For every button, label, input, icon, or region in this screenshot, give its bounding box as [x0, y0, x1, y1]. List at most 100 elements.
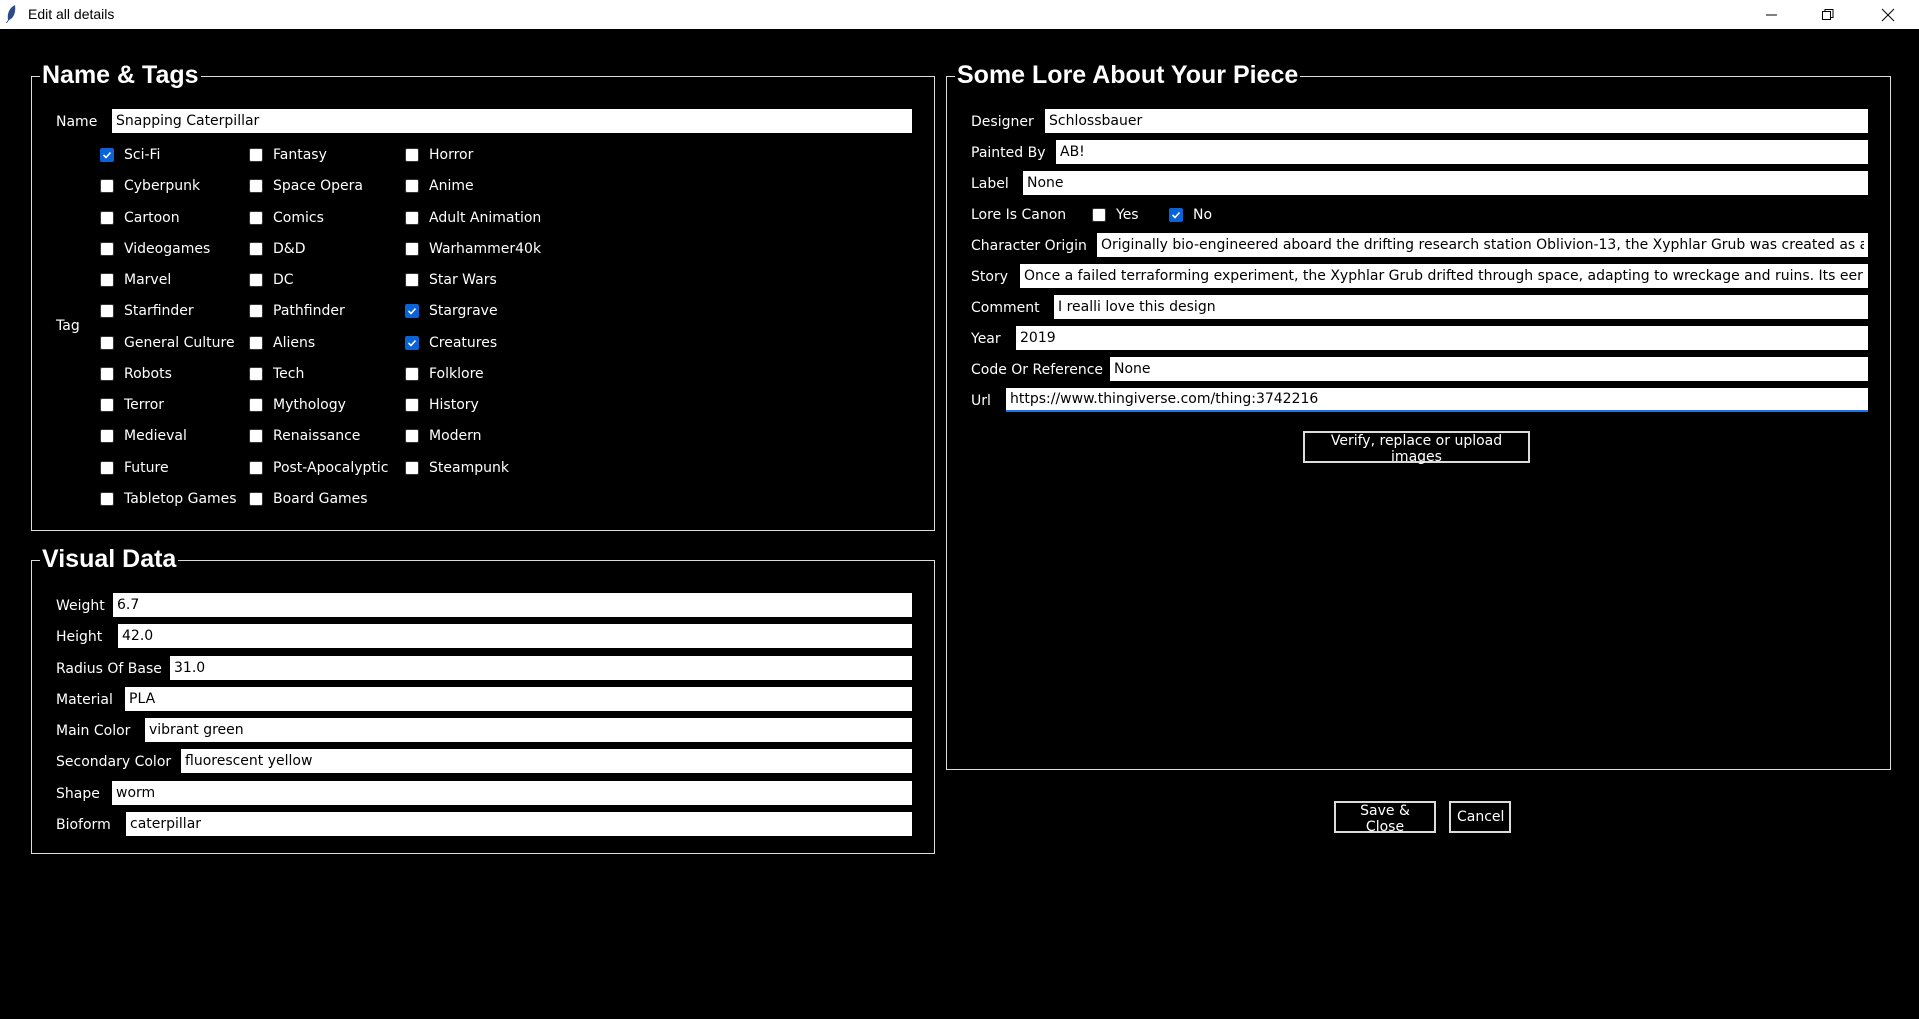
save-close-button[interactable]: Save & Close — [1334, 801, 1436, 835]
tag-checkbox-horror[interactable]: Horror — [405, 145, 473, 165]
comment-input[interactable] — [1054, 295, 1868, 319]
tag-checkbox-board-games[interactable]: Board Games — [249, 489, 368, 509]
checkmark-icon — [102, 151, 112, 159]
url-input[interactable] — [1006, 388, 1868, 412]
tag-label-adult-animation: Adult Animation — [429, 209, 542, 226]
tag-checkbox-renaissance[interactable]: Renaissance — [249, 426, 360, 446]
minimize-icon — [1766, 14, 1777, 15]
checkbox-icon — [100, 210, 114, 225]
visual-data-title: Visual Data — [40, 541, 179, 577]
weight-input[interactable] — [113, 593, 912, 617]
tag-checkbox-cartoon[interactable]: Cartoon — [100, 208, 180, 228]
code-reference-label: Code Or Reference — [971, 362, 1104, 378]
tag-checkbox-fantasy[interactable]: Fantasy — [249, 145, 327, 165]
checkbox-icon — [100, 179, 114, 194]
checkbox-icon — [405, 398, 419, 412]
tag-label-mythology: Mythology — [273, 397, 346, 413]
canon-no-label: No — [1193, 207, 1213, 223]
checkbox-icon — [100, 460, 114, 475]
tag-checkbox-creatures[interactable]: Creatures — [405, 333, 497, 353]
tag-checkbox-folklore[interactable]: Folklore — [405, 364, 484, 384]
tag-checkbox-history[interactable]: History — [405, 395, 479, 415]
checkbox-icon — [405, 460, 419, 475]
tag-checkbox-star-wars[interactable]: Star Wars — [405, 270, 497, 290]
restore-icon — [1822, 8, 1834, 20]
checkmark-icon — [407, 308, 417, 315]
tag-checkbox-warhammer40k[interactable]: Warhammer40k — [405, 239, 541, 259]
checkmark-icon — [407, 339, 417, 347]
canon-no-checkbox[interactable]: No — [1169, 205, 1212, 225]
verify-images-button[interactable]: Verify, replace or upload images — [1303, 431, 1530, 465]
checkbox-icon — [100, 273, 114, 287]
tag-checkbox-terror[interactable]: Terror — [100, 395, 164, 415]
tag-checkbox-tabletop-games[interactable]: Tabletop Games — [100, 489, 237, 509]
tag-label-fantasy: Fantasy — [273, 147, 327, 163]
label-input[interactable] — [1023, 171, 1868, 195]
tag-checkbox-post-apocalyptic[interactable]: Post-Apocalyptic — [249, 458, 388, 478]
designer-input[interactable] — [1045, 109, 1868, 133]
checkbox-icon — [249, 491, 263, 506]
tag-label-starfinder: Starfinder — [124, 303, 194, 320]
checkbox-icon — [249, 210, 263, 225]
bioform-input[interactable] — [126, 811, 912, 836]
checkbox-icon — [249, 241, 263, 256]
tag-checkbox-marvel[interactable]: Marvel — [100, 270, 171, 290]
tag-label-stargrave: Stargrave — [429, 303, 498, 320]
tag-label-modern: Modern — [429, 428, 482, 445]
main-color-input[interactable] — [145, 718, 912, 742]
tag-checkbox-anime[interactable]: Anime — [405, 176, 474, 196]
checkbox-icon — [100, 304, 114, 319]
tag-checkbox-stargrave[interactable]: Stargrave — [405, 301, 498, 321]
tag-label-sci-fi: Sci-Fi — [124, 147, 161, 163]
tag-checkbox-adult-animation[interactable]: Adult Animation — [405, 208, 541, 228]
tag-checkbox-general-culture[interactable]: General Culture — [100, 333, 235, 353]
name-input[interactable] — [112, 109, 912, 133]
story-input[interactable] — [1020, 264, 1868, 288]
tag-checkbox-cyberpunk[interactable]: Cyberpunk — [100, 176, 200, 196]
painted-by-input[interactable] — [1056, 140, 1868, 164]
checkbox-icon — [405, 179, 419, 194]
tag-checkbox-medieval[interactable]: Medieval — [100, 426, 187, 446]
material-input[interactable] — [125, 686, 912, 711]
checkbox-icon — [405, 210, 419, 225]
shape-input[interactable] — [112, 780, 912, 805]
tag-checkbox-starfinder[interactable]: Starfinder — [100, 301, 194, 321]
tag-checkbox-robots[interactable]: Robots — [100, 364, 172, 384]
character-origin-input[interactable] — [1097, 233, 1868, 257]
tag-checkbox-videogames[interactable]: Videogames — [100, 239, 210, 259]
restore-button[interactable] — [1800, 0, 1856, 29]
close-icon — [1881, 8, 1895, 21]
tag-checkbox-d-d[interactable]: D&D — [249, 239, 305, 259]
visual-data-group: Visual Data Weight Height Radius Of Base Ma… — [31, 541, 935, 854]
tag-checkbox-comics[interactable]: Comics — [249, 208, 324, 228]
tag-checkbox-modern[interactable]: Modern — [405, 426, 482, 446]
checkbox-icon — [249, 398, 263, 412]
label-label: Label — [971, 176, 1009, 192]
close-button[interactable] — [1860, 0, 1916, 29]
code-reference-input[interactable] — [1110, 357, 1868, 381]
radius-of-base-label: Radius Of Base — [56, 660, 162, 677]
tag-checkbox-aliens[interactable]: Aliens — [249, 333, 315, 353]
year-label: Year — [971, 331, 1001, 347]
year-input[interactable] — [1016, 326, 1868, 350]
height-input[interactable] — [118, 624, 912, 649]
tag-checkbox-future[interactable]: Future — [100, 458, 169, 478]
checkbox-icon — [249, 335, 263, 350]
tag-checkbox-tech[interactable]: Tech — [249, 364, 304, 384]
tag-checkbox-dc[interactable]: DC — [249, 270, 294, 290]
tag-checkbox-space-opera[interactable]: Space Opera — [249, 176, 363, 196]
lore-group: Some Lore About Your Piece Designer Pain… — [946, 57, 1891, 770]
main-color-label: Main Color — [56, 723, 131, 739]
checkbox-icon — [405, 241, 419, 256]
tag-label-tech: Tech — [273, 365, 305, 382]
minimize-button[interactable] — [1744, 0, 1800, 29]
cancel-button[interactable]: Cancel — [1449, 801, 1511, 833]
secondary-color-input[interactable] — [181, 749, 912, 774]
tag-checkbox-sci-fi[interactable]: Sci-Fi — [100, 145, 160, 165]
tag-checkbox-pathfinder[interactable]: Pathfinder — [249, 301, 345, 321]
radius-of-base-input[interactable] — [170, 655, 912, 680]
tag-checkbox-steampunk[interactable]: Steampunk — [405, 458, 509, 478]
checkbox-icon — [405, 429, 419, 444]
tag-checkbox-mythology[interactable]: Mythology — [249, 395, 346, 415]
canon-yes-checkbox[interactable]: Yes — [1092, 205, 1139, 225]
